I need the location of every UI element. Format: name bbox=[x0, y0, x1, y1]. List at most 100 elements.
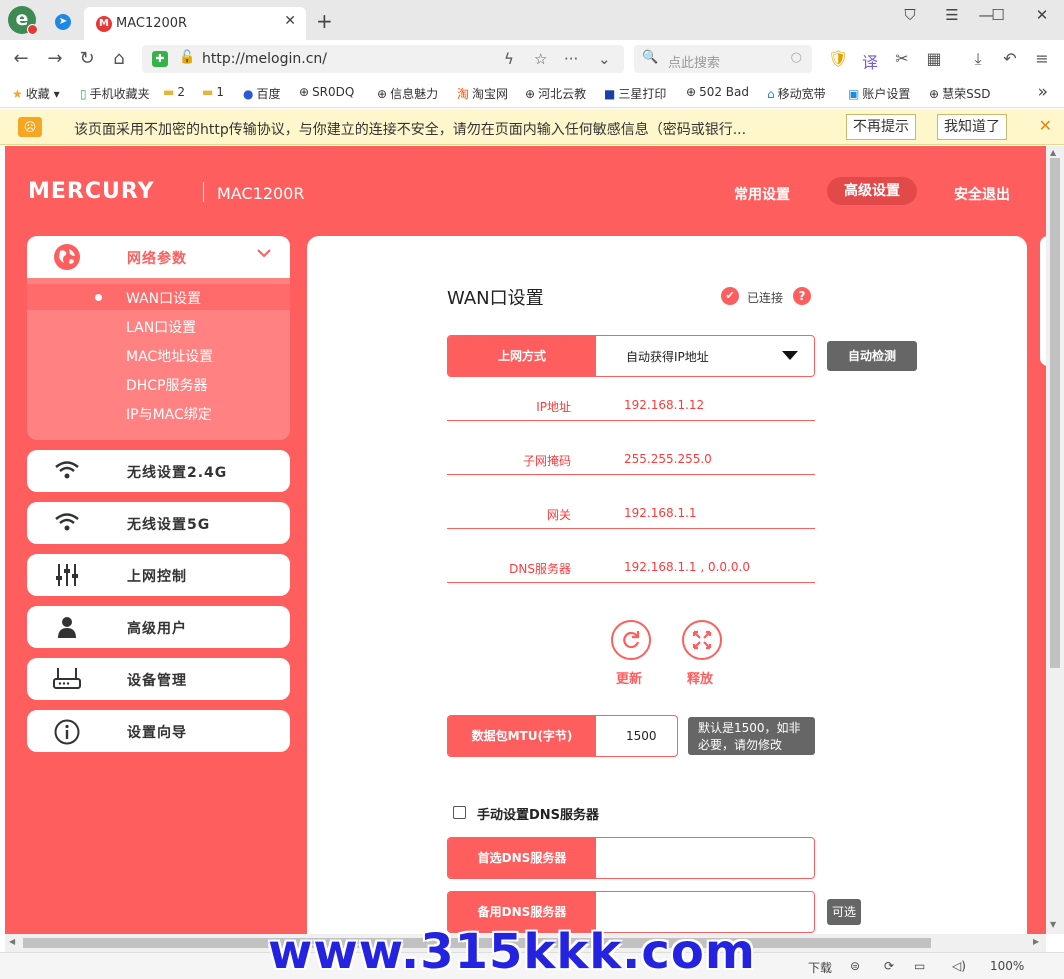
sidebar-item-label: 上网控制 bbox=[127, 569, 187, 585]
auto-detect-button[interactable]: 自动检测 bbox=[827, 341, 917, 371]
forward-icon[interactable]: → bbox=[44, 48, 66, 69]
release-icon[interactable] bbox=[682, 620, 722, 660]
search-box[interactable]: 🔍 点此搜索 ○ bbox=[634, 45, 812, 73]
primary-dns-field[interactable]: 首选DNS服务器 bbox=[447, 837, 815, 879]
renew-button[interactable]: 更新 bbox=[616, 668, 642, 687]
sidebar-subitem-dhcp[interactable]: DHCP服务器 bbox=[126, 375, 208, 395]
got-it-button[interactable]: 我知道了 bbox=[937, 114, 1007, 140]
dont-show-again-button[interactable]: 不再提示 bbox=[846, 114, 916, 140]
mtu-hint-line-2: 必要，请勿修改 bbox=[698, 738, 783, 752]
globe-icon: ⊕ bbox=[299, 85, 310, 99]
refresh-icon[interactable]: ⟳ bbox=[884, 959, 894, 973]
sidebar-item-advanced-users[interactable]: 高级用户 bbox=[27, 606, 290, 648]
star-icon[interactable]: ☆ bbox=[534, 50, 547, 68]
sidebar-item-network-params[interactable]: 网络参数 bbox=[27, 236, 290, 278]
globe-icon: ⊕ bbox=[377, 87, 388, 101]
sidebar-item-wireless-24g[interactable]: 无线设置2.4G bbox=[27, 450, 290, 492]
sidebar-item-wireless-5g[interactable]: 无线设置5G bbox=[27, 502, 290, 544]
bookmark-item[interactable]: ⌂ 移动宽带 bbox=[767, 85, 826, 102]
connection-type-select[interactable]: 上网方式 自动获得IP地址 bbox=[447, 335, 815, 377]
back-icon[interactable]: ← bbox=[10, 48, 32, 69]
bookmark-item[interactable]: ⊕ SR0DQ bbox=[299, 85, 354, 99]
scroll-down-icon[interactable]: ▼ bbox=[1050, 920, 1056, 929]
scroll-left-icon[interactable]: ◀ bbox=[9, 937, 15, 946]
bookmark-item[interactable]: ● 百度 bbox=[243, 85, 281, 102]
more-icon[interactable]: ··· bbox=[564, 50, 578, 68]
chevron-double-right-icon[interactable]: » bbox=[1038, 82, 1048, 102]
bookmark-item[interactable]: ▬ 2 bbox=[163, 85, 185, 99]
mtu-input[interactable]: 1500 bbox=[596, 716, 677, 756]
new-tab-icon[interactable]: + bbox=[316, 9, 333, 33]
vertical-scrollbar[interactable]: ▲ ▼ bbox=[1046, 146, 1064, 934]
scroll-right-icon[interactable]: ▶ bbox=[1033, 937, 1039, 946]
sidebar-item-access-control[interactable]: 上网控制 bbox=[27, 554, 290, 596]
url-text[interactable]: http://melogin.cn/ bbox=[202, 51, 327, 67]
renew-icon[interactable] bbox=[611, 620, 651, 660]
home-icon[interactable]: ⌂ bbox=[108, 48, 130, 69]
connection-type-value[interactable]: 自动获得IP地址 bbox=[626, 348, 709, 365]
sidebar-subitem-ip-mac-binding[interactable]: IP与MAC绑定 bbox=[126, 404, 212, 424]
samsung-icon: ■ bbox=[604, 87, 616, 101]
screen-icon[interactable]: ▭ bbox=[914, 959, 925, 973]
bookmark-item[interactable]: ⊕ 河北云教 bbox=[525, 85, 586, 102]
sidebar-subitem-lan[interactable]: LAN口设置 bbox=[126, 317, 196, 337]
mtu-label: 数据包MTU(字节) bbox=[448, 716, 596, 756]
nav-advanced-settings[interactable]: 高级设置 bbox=[827, 177, 917, 205]
menu-icon[interactable]: ☰ bbox=[940, 6, 964, 24]
search-icon[interactable]: ○ bbox=[791, 50, 802, 65]
chevron-down-icon[interactable]: ⌄ bbox=[598, 50, 611, 68]
download-icon[interactable]: ⤓ bbox=[968, 49, 988, 69]
bookmark-item[interactable]: 淘淘宝网 bbox=[457, 85, 508, 102]
window-close-icon[interactable]: ✕ bbox=[1030, 6, 1054, 24]
help-icon[interactable]: ? bbox=[793, 287, 811, 305]
search-engine-icon[interactable]: 🔍 bbox=[642, 50, 658, 65]
mtu-value[interactable]: 1500 bbox=[626, 729, 657, 743]
close-icon[interactable]: ✕ bbox=[1039, 116, 1052, 135]
vertical-scroll-thumb[interactable] bbox=[1050, 158, 1060, 668]
maximize-icon[interactable]: ☐ bbox=[986, 6, 1010, 24]
download-status[interactable]: 下载 bbox=[808, 959, 832, 976]
skin-icon[interactable]: ⛉ bbox=[898, 6, 922, 24]
reload-icon[interactable]: ↻ bbox=[76, 48, 98, 69]
scroll-up-icon[interactable]: ▲ bbox=[1050, 148, 1056, 157]
speed-icon[interactable]: ⊜ bbox=[850, 959, 860, 973]
bookmark-item[interactable]: ⊕ 信息魅力 bbox=[377, 85, 438, 102]
zoom-level[interactable]: 100% bbox=[990, 959, 1024, 973]
manual-dns-checkbox[interactable] bbox=[453, 806, 466, 819]
send-icon[interactable]: ➤ bbox=[55, 14, 71, 30]
lightning-icon[interactable]: ϟ bbox=[504, 50, 514, 68]
address-bar[interactable]: ✚ 🔓 http://melogin.cn/ ϟ ☆ ··· ⌄ bbox=[142, 45, 624, 73]
bookmark-favorites[interactable]: ★ 收藏 ▾ bbox=[12, 85, 60, 102]
sidebar-item-device-management[interactable]: 设备管理 bbox=[27, 658, 290, 700]
scissors-icon[interactable]: ✂ bbox=[892, 49, 912, 68]
bookmark-item[interactable]: ▣ 账户设置 bbox=[848, 85, 910, 102]
lock-icon[interactable]: 🔓 bbox=[179, 50, 195, 65]
close-tab-icon[interactable]: ✕ bbox=[284, 13, 296, 29]
browser-logo-icon[interactable]: e bbox=[8, 6, 38, 35]
bookmark-item[interactable]: ⊕ 慧荣SSD bbox=[929, 85, 991, 102]
nav-logout[interactable]: 安全退出 bbox=[954, 184, 1010, 204]
undo-icon[interactable]: ↶ bbox=[1000, 49, 1020, 68]
translate-icon[interactable]: 译 bbox=[860, 49, 880, 73]
manual-dns-label[interactable]: 手动设置DNS服务器 bbox=[477, 804, 599, 823]
bookmark-item[interactable]: ■ 三星打印 bbox=[604, 85, 666, 102]
sidebar-item-setup-wizard[interactable]: 设置向导 bbox=[27, 710, 290, 752]
user-icon bbox=[53, 615, 81, 644]
tab-active[interactable]: M MAC1200R ✕ bbox=[84, 7, 306, 40]
shield-icon[interactable]: ✚ bbox=[152, 51, 168, 67]
sidebar-subitem-mac[interactable]: MAC地址设置 bbox=[126, 346, 213, 366]
bookmark-item[interactable]: ▬ 1 bbox=[202, 85, 224, 99]
hamburger-menu-icon[interactable]: ≡ bbox=[1032, 49, 1052, 68]
bookmark-item[interactable]: ▯ 手机收藏夹 bbox=[80, 85, 150, 102]
coupon-icon[interactable]: 🛡 bbox=[828, 49, 848, 68]
chevron-down-icon[interactable] bbox=[256, 245, 272, 265]
sidebar-subitem-wan[interactable]: WAN口设置 bbox=[126, 288, 201, 308]
volume-icon[interactable]: ◁) bbox=[952, 959, 966, 973]
dropdown-arrow-icon[interactable] bbox=[782, 351, 798, 360]
globe-icon: ⊕ bbox=[686, 85, 697, 99]
nav-common-settings[interactable]: 常用设置 bbox=[734, 184, 790, 204]
bookmark-item[interactable]: ⊕ 502 Bad bbox=[686, 85, 749, 99]
release-button[interactable]: 释放 bbox=[687, 668, 713, 687]
search-input[interactable]: 点此搜索 bbox=[668, 52, 720, 71]
apps-icon[interactable]: ▦ bbox=[924, 49, 944, 68]
